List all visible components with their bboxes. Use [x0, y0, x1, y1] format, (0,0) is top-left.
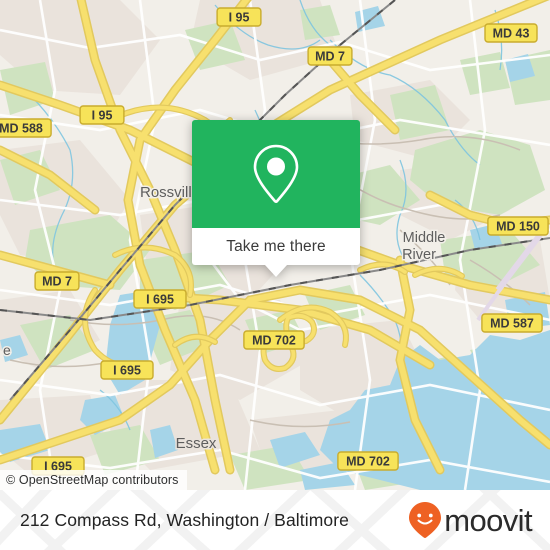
- svg-text:MD 7: MD 7: [315, 50, 345, 64]
- road-shield-md-150: MD 150: [487, 216, 549, 236]
- popup-image-area: [192, 120, 360, 228]
- popup-tail-pointer: [265, 265, 287, 277]
- road-shield-i-695: I 695: [133, 289, 187, 309]
- road-shield-i-95: I 95: [216, 7, 262, 27]
- svg-text:MD 43: MD 43: [493, 27, 530, 41]
- svg-text:MD 7: MD 7: [42, 275, 72, 289]
- svg-text:MD 587: MD 587: [490, 317, 534, 331]
- osm-attribution[interactable]: © OpenStreetMap contributors: [0, 470, 187, 490]
- road-shield-md-7: MD 7: [34, 271, 80, 291]
- road-shield-md-702: MD 702: [337, 451, 399, 471]
- road-shield-i-695: I 695: [100, 360, 154, 380]
- place-label-rossville: Rossville: [140, 184, 200, 201]
- road-shield-md-7: MD 7: [307, 46, 353, 66]
- road-shield-md-587: MD 587: [481, 313, 543, 333]
- svg-text:MD 702: MD 702: [252, 334, 296, 348]
- place-label-middle: Middle: [403, 230, 446, 246]
- svg-text:MD 588: MD 588: [0, 122, 43, 136]
- svg-text:I 95: I 95: [92, 109, 113, 123]
- svg-text:MD 702: MD 702: [346, 455, 390, 469]
- moovit-logo[interactable]: moovit: [408, 501, 533, 539]
- place-label-partial: e: [3, 342, 11, 358]
- address-label: 212 Compass Rd, Washington / Baltimore: [20, 509, 349, 530]
- location-popup-card[interactable]: Take me there: [192, 120, 360, 277]
- svg-text:MD 150: MD 150: [496, 220, 540, 234]
- road-shield-md-588: MD 588: [0, 118, 52, 138]
- place-label-essex: Essex: [176, 435, 217, 452]
- svg-text:I 695: I 695: [113, 364, 141, 378]
- map-pin-icon: [253, 144, 299, 204]
- svg-text:I 695: I 695: [146, 293, 174, 307]
- bottom-info-bar: 212 Compass Rd, Washington / Baltimore m…: [0, 490, 550, 550]
- attribution-text: © OpenStreetMap contributors: [6, 473, 179, 487]
- moovit-pin-smile-icon: [409, 502, 442, 538]
- moovit-wordmark: moovit: [444, 502, 532, 538]
- popup-action-label: Take me there: [226, 237, 326, 255]
- map-canvas[interactable]: Rossville Middle River Essex e I 95 MD 7 M…: [0, 0, 550, 490]
- road-shield-md-43: MD 43: [484, 23, 538, 43]
- road-shield-md-702: MD 702: [243, 330, 305, 350]
- svg-text:I 95: I 95: [229, 11, 250, 25]
- popup-footer[interactable]: Take me there: [192, 228, 360, 265]
- moovit-map-screenshot: Rossville Middle River Essex e I 95 MD 7 M…: [0, 0, 550, 550]
- road-shield-i-95: I 95: [79, 105, 125, 125]
- place-label-river: River: [402, 247, 436, 263]
